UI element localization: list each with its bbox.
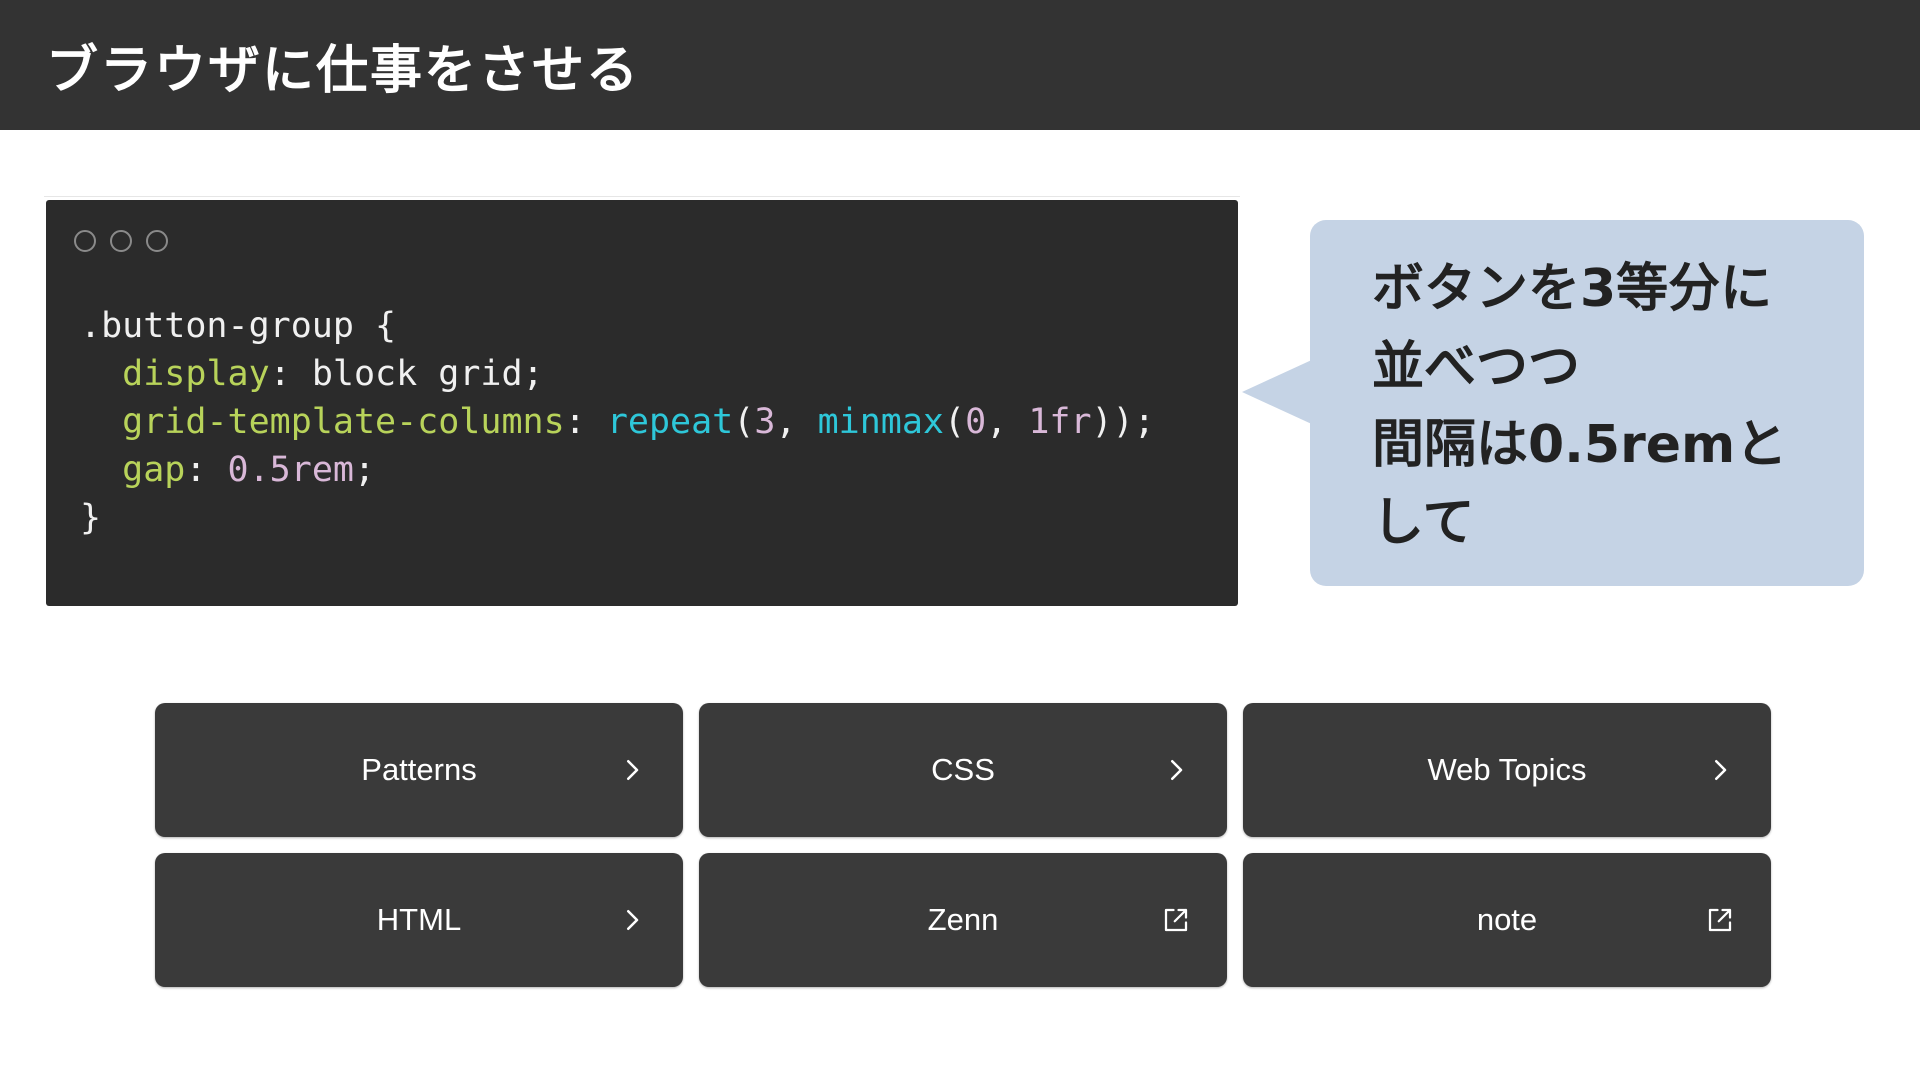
window-dot-icon (110, 230, 132, 252)
window-dots (74, 230, 168, 252)
callout-bubble: ボタンを3等分に 並べつつ 間隔は0.5remと して (1310, 220, 1864, 586)
window-dot-icon (146, 230, 168, 252)
chevron-right-icon (627, 910, 639, 930)
callout-line: ボタンを3等分に (1372, 259, 1773, 319)
button-label: Web Topics (1427, 752, 1587, 787)
button-label: HTML (376, 902, 462, 937)
code-minmax-function: minmax (817, 402, 945, 442)
chevron-right-icon (1171, 760, 1183, 780)
code-columns-property: grid-template-columns (122, 402, 565, 442)
window-dot-icon (74, 230, 96, 252)
button-group: Patterns CSS Web Topics HTML Zenn note (155, 703, 1771, 987)
callout-line: して (1372, 493, 1475, 553)
code-repeat-function: repeat (606, 402, 734, 442)
code-display-property: display (122, 354, 270, 394)
code-open-brace: { (353, 306, 397, 346)
button-label: Zenn (927, 902, 999, 937)
code-gap-property: gap (122, 450, 186, 490)
code-minmax-max: 1fr (1028, 402, 1092, 442)
callout-pointer (1242, 358, 1316, 426)
code-block: .button-group { display: block grid; gri… (80, 306, 1155, 538)
patterns-button[interactable]: Patterns (155, 703, 683, 837)
external-link-icon (1164, 908, 1188, 932)
code-selector: .button-group (80, 306, 354, 346)
code-window: .button-group { display: block grid; gri… (46, 200, 1238, 606)
web-topics-button[interactable]: Web Topics (1243, 703, 1771, 837)
button-label: CSS (931, 752, 995, 787)
code-window-top-border (44, 196, 1240, 197)
callout-text: ボタンを3等分に 並べつつ 間隔は0.5remと して (1372, 250, 1812, 562)
slide-header: ブラウザに仕事をさせる (0, 0, 1920, 130)
external-link-icon (1708, 908, 1732, 932)
code-gap-value: 0.5rem (227, 450, 354, 490)
code-close-brace: } (80, 498, 102, 538)
note-button[interactable]: note (1243, 853, 1771, 987)
css-button[interactable]: CSS (699, 703, 1227, 837)
callout-line: 並べつつ (1372, 337, 1581, 397)
page-title: ブラウザに仕事をさせる (46, 41, 641, 101)
button-label: note (1476, 902, 1538, 937)
chevron-right-icon (627, 760, 639, 780)
code-repeat-count: 3 (754, 402, 776, 442)
code-minmax-min: 0 (965, 402, 987, 442)
html-button[interactable]: HTML (155, 853, 683, 987)
code-display-value: block grid (311, 354, 523, 394)
button-label: Patterns (361, 752, 477, 787)
callout-line: 間隔は0.5remと (1372, 415, 1788, 475)
zenn-button[interactable]: Zenn (699, 853, 1227, 987)
chevron-right-icon (1715, 760, 1727, 780)
